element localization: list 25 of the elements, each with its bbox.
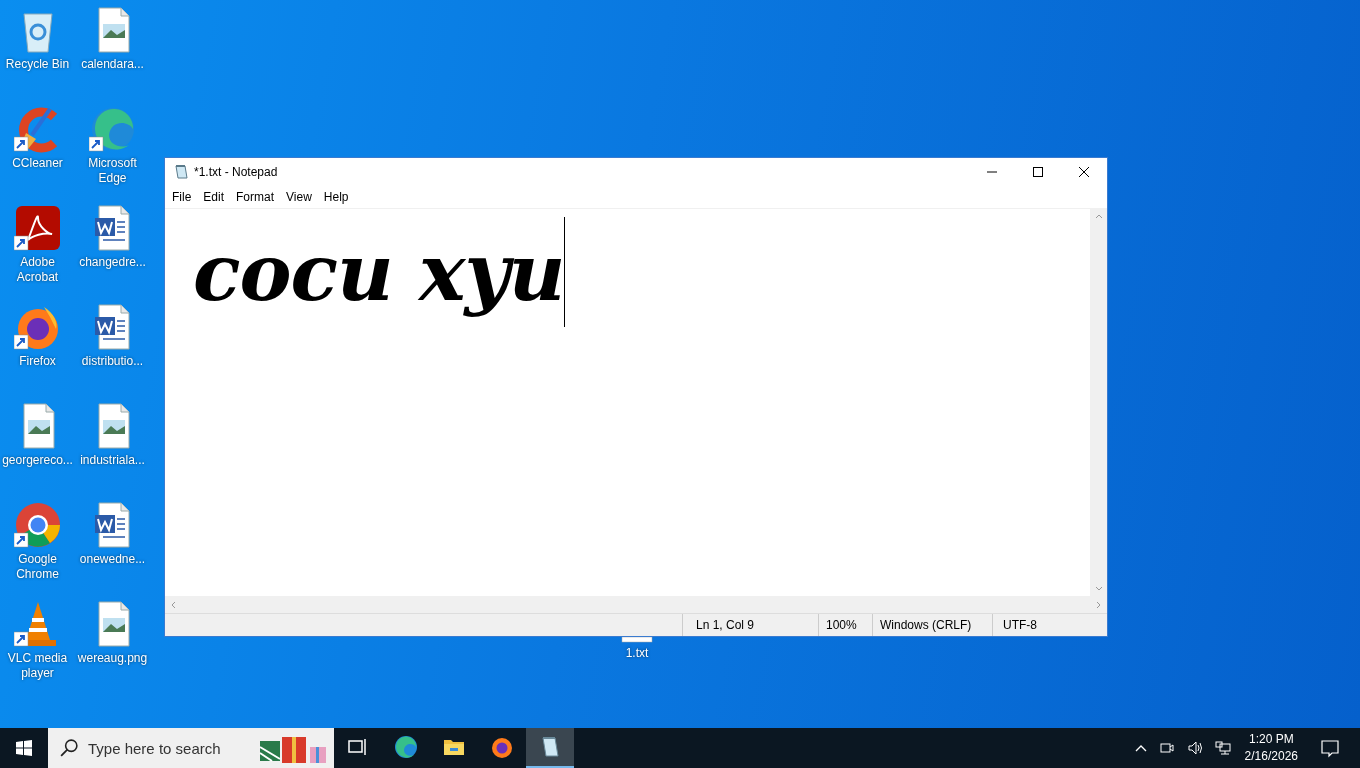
window-title: *1.txt - Notepad (194, 165, 278, 179)
menu-item[interactable]: View (280, 190, 318, 204)
firefox-icon (490, 735, 514, 759)
menu-item[interactable]: Edit (197, 190, 231, 204)
clock-date[interactable]: 2/16/2026 (1244, 748, 1298, 765)
close-icon (1079, 167, 1089, 177)
status-text: 100% (818, 614, 872, 636)
menu-item[interactable]: Help (317, 190, 355, 204)
camera-icon[interactable] (1158, 740, 1175, 756)
edge-icon (394, 735, 418, 759)
chevron-up-icon[interactable] (1134, 744, 1147, 752)
network-icon[interactable] (1214, 740, 1231, 756)
notepad-icon (173, 164, 189, 180)
clock-time[interactable]: 1:20 PM (1248, 731, 1294, 748)
volume-icon[interactable] (1186, 740, 1203, 756)
menu-item[interactable]: Format (230, 190, 281, 204)
status-text: Windows (CRLF) (872, 614, 992, 636)
status-text: UTF-8 (992, 614, 1107, 636)
notification-icon[interactable] (1320, 738, 1340, 758)
windows-logo-icon (16, 740, 32, 756)
text-area[interactable]: cocu xyu (165, 209, 1090, 596)
maximize-icon (1033, 167, 1043, 177)
taskbar-app-button[interactable] (526, 728, 574, 768)
status-text: Ln 1, Col 9 (682, 614, 818, 636)
menu-item[interactable]: File (166, 190, 198, 204)
